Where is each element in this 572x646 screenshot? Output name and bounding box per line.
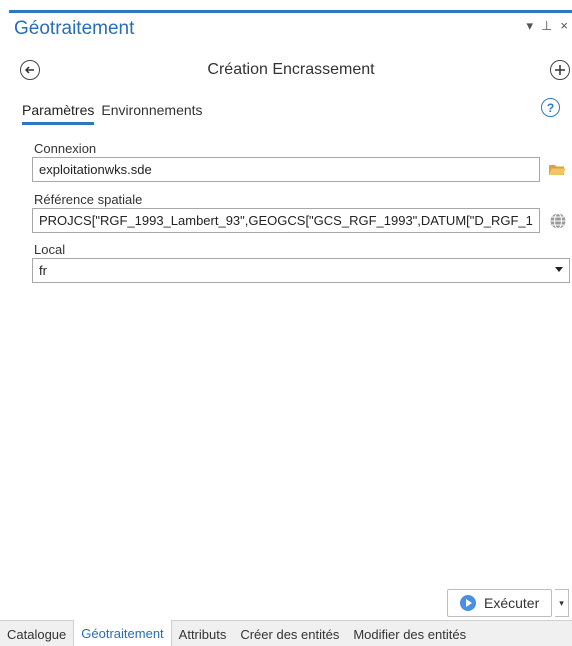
globe-glyph — [550, 213, 566, 229]
plus-circle-icon[interactable] — [550, 60, 570, 80]
local-dropdown[interactable]: fr — [32, 258, 570, 283]
run-options-button[interactable]: ▾ — [555, 589, 569, 617]
bottom-tab-attributs[interactable]: Attributs — [172, 621, 234, 646]
close-icon[interactable]: × — [560, 18, 568, 34]
folder-glyph — [549, 165, 566, 175]
bottom-tab-catalogue[interactable]: Catalogue — [0, 621, 73, 646]
reference-spatiale-field[interactable]: PROJCS["RGF_1993_Lambert_93",GEOGCS["GCS… — [32, 208, 540, 233]
tab-parametres[interactable]: Paramètres — [22, 102, 95, 125]
chevron-down-icon — [555, 267, 563, 272]
tool-title: Création Encrassement — [207, 61, 375, 78]
plus-glyph — [555, 65, 565, 75]
bottom-tab-creer-entites[interactable]: Créer des entités — [233, 621, 346, 646]
pane-menu-icon[interactable]: ▾ — [527, 18, 534, 34]
pane-title: Géotraitement — [14, 18, 135, 39]
tool-header: Création Encrassement — [10, 54, 572, 88]
bottom-tab-modifier-entites[interactable]: Modifier des entités — [346, 621, 473, 646]
run-label: Exécuter — [484, 595, 540, 611]
pin-icon[interactable]: ⊥ — [541, 18, 552, 34]
run-button[interactable]: Exécuter — [447, 589, 552, 617]
pane-title-controls: ▾ ⊥ × — [527, 18, 568, 34]
accent-bar — [9, 10, 572, 13]
connexion-field[interactable]: exploitationwks.sde — [32, 157, 540, 182]
bottom-pane-tabs: Catalogue Géotraitement Attributs Créer … — [0, 620, 572, 646]
local-label: Local — [34, 242, 66, 257]
tool-tabs: Paramètres Environnements — [22, 102, 203, 125]
folder-open-icon[interactable] — [548, 161, 566, 179]
local-value: fr — [39, 263, 47, 278]
bottom-tab-geotraitement[interactable]: Géotraitement — [73, 620, 172, 646]
reference-spatiale-label: Référence spatiale — [34, 192, 143, 207]
geoprocessing-pane: Géotraitement ▾ ⊥ × Création Encrassemen… — [0, 0, 572, 646]
connexion-label: Connexion — [34, 141, 97, 156]
help-icon[interactable]: ? — [541, 98, 560, 117]
tab-environnements[interactable]: Environnements — [101, 102, 202, 125]
play-icon — [460, 595, 476, 611]
globe-icon[interactable] — [549, 212, 567, 230]
